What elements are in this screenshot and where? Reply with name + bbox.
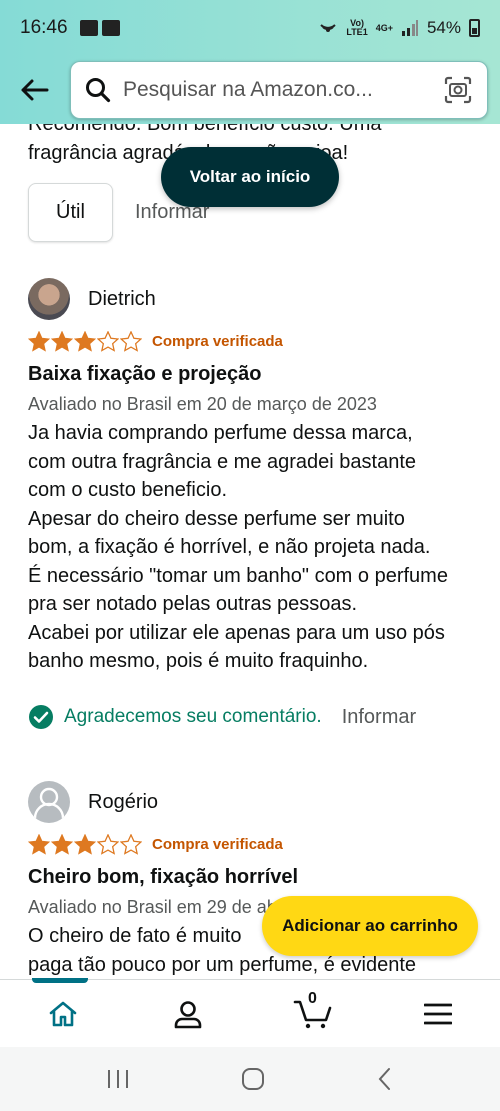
helpful-button[interactable]: Útil: [28, 183, 113, 242]
search-bar[interactable]: Pesquisar na Amazon.co...: [70, 61, 488, 119]
account-icon[interactable]: [158, 984, 218, 1044]
menu-icon[interactable]: [408, 984, 468, 1044]
star-filled-icon: [51, 833, 73, 855]
review-author: Rogério: [28, 780, 478, 824]
cart-icon[interactable]: 0: [283, 984, 343, 1044]
star-filled-icon: [74, 833, 96, 855]
home-icon[interactable]: [33, 984, 93, 1044]
review-title: Baixa fixação e projeção: [28, 363, 262, 385]
battery-icon: [469, 19, 480, 37]
active-tab-indicator: [32, 978, 88, 983]
hotspot-icon: [320, 24, 337, 32]
star-filled-icon: [28, 330, 50, 352]
battery-percent: 54%: [426, 18, 461, 37]
recent-apps-icon[interactable]: [106, 1068, 130, 1090]
network-type-indicator: 4G+: [375, 22, 393, 33]
star-empty-icon: [120, 833, 142, 855]
star-empty-icon: [120, 330, 142, 352]
bottom-navigation: 0: [0, 978, 500, 1047]
review-author: Dietrich: [28, 277, 478, 321]
star-filled-icon: [74, 330, 96, 352]
star-rating: [28, 330, 142, 352]
star-filled-icon: [51, 330, 73, 352]
back-button-icon[interactable]: [376, 1067, 394, 1091]
back-to-top-button[interactable]: Voltar ao início: [161, 147, 339, 207]
check-circle-icon: [29, 705, 53, 729]
camera-search-icon[interactable]: [443, 75, 473, 105]
star-filled-icon: [28, 833, 50, 855]
status-bar: 16:46 Vo) LTE1 4G+ 54%: [0, 0, 500, 56]
avatar: [28, 781, 70, 823]
search-icon: [86, 78, 111, 103]
avatar: [28, 278, 70, 320]
volte-indicator: Vo) LTE1: [346, 18, 368, 37]
review-card: Dietrich Compra verificada Baixa fixação…: [28, 277, 478, 676]
status-time: 16:46: [20, 17, 68, 38]
feedback-row: Agradecemos seu comentário. Informar: [28, 700, 416, 734]
report-link[interactable]: Informar: [342, 706, 416, 729]
sigma-notification-icon: [79, 20, 98, 36]
app-header: Pesquisar na Amazon.co...: [0, 56, 500, 124]
verified-purchase-badge: Compra verificada: [152, 835, 283, 853]
verified-purchase-badge: Compra verificada: [152, 332, 283, 350]
system-navigation-bar: [0, 1047, 500, 1111]
back-arrow-icon[interactable]: [12, 68, 56, 112]
author-name: Dietrich: [88, 287, 156, 310]
home-button-icon[interactable]: [241, 1067, 265, 1091]
author-name: Rogério: [88, 790, 159, 813]
reviews-content[interactable]: Recomendo. Bom benefício custo. Uma frag…: [0, 124, 500, 979]
star-rating: [28, 833, 142, 855]
review-title: Cheiro bom, fixação horrível: [28, 866, 299, 888]
star-empty-icon: [97, 330, 119, 352]
add-to-cart-button[interactable]: Adicionar ao carrinho: [262, 896, 478, 956]
star-empty-icon: [97, 833, 119, 855]
search-input[interactable]: Pesquisar na Amazon.co...: [123, 78, 443, 102]
review-body: Ja havia comprando perfume dessa marca, …: [28, 422, 448, 672]
app-notification-icon: [101, 20, 120, 36]
cart-count: 0: [308, 989, 317, 1007]
thanks-message: Agradecemos seu comentário.: [64, 706, 322, 727]
signal-icon: [401, 20, 418, 36]
review-date: Avaliado no Brasil em 20 de março de 202…: [28, 394, 377, 414]
